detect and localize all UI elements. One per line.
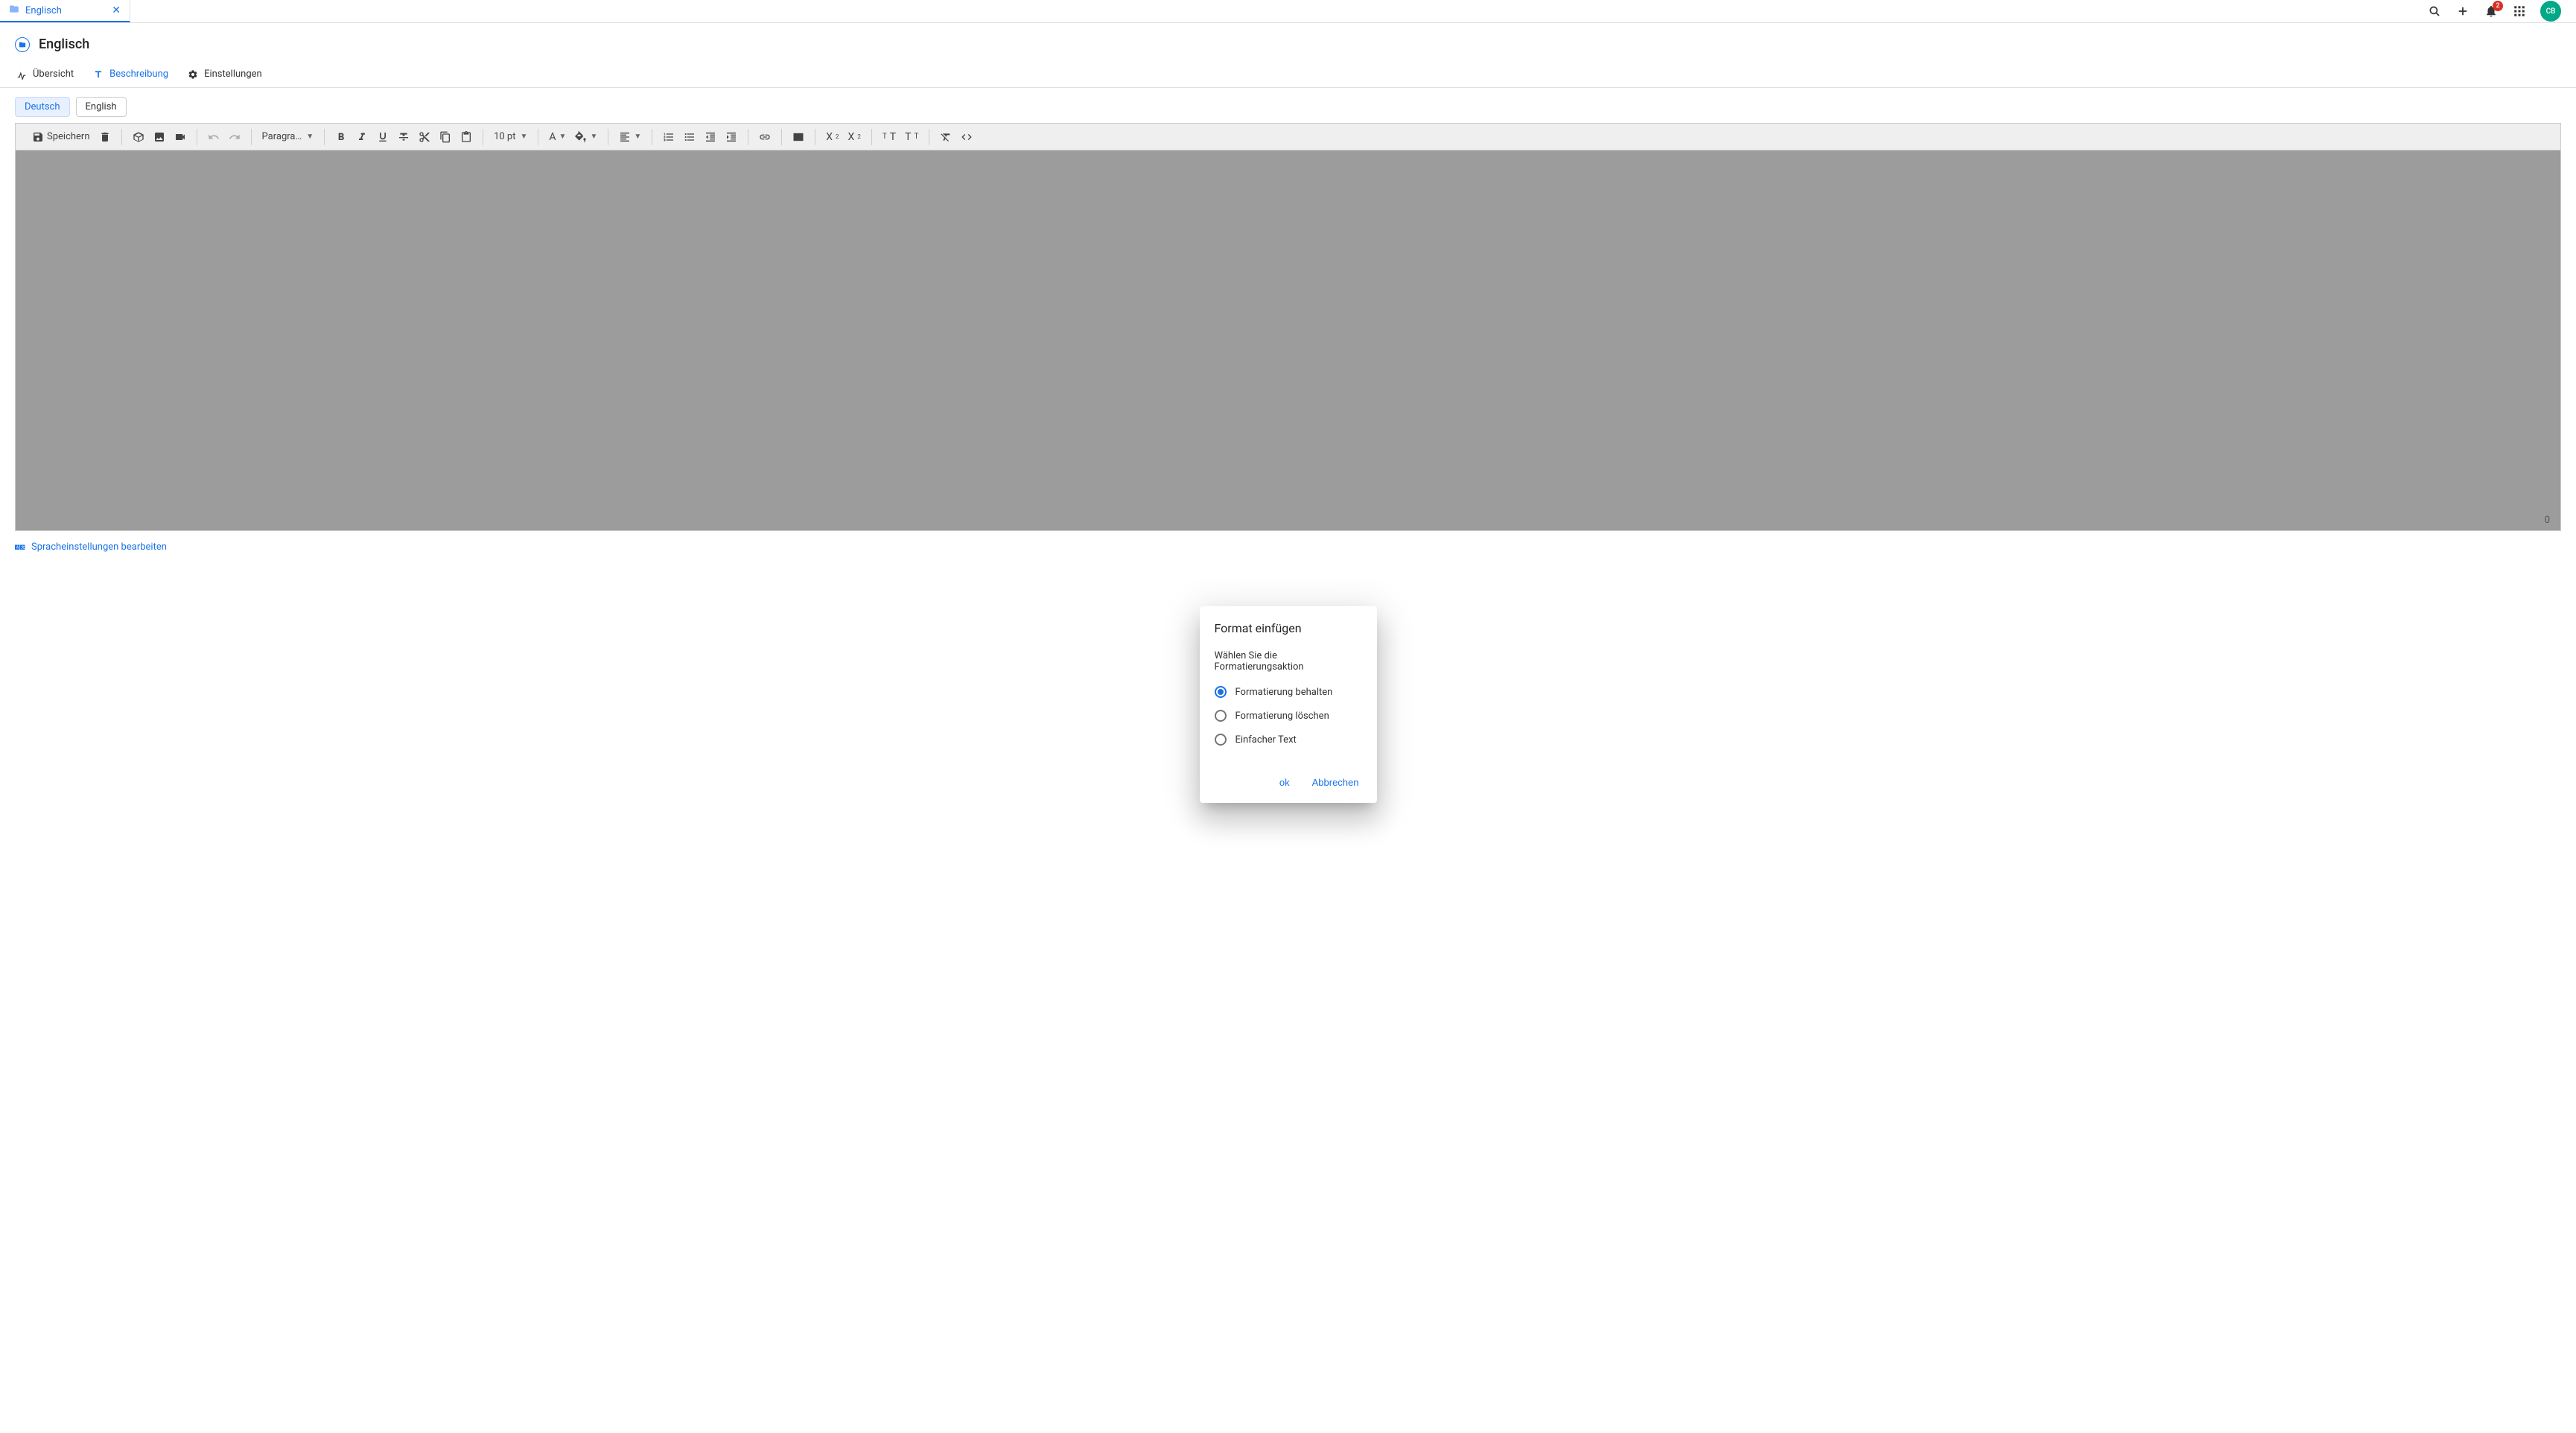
radio-icon	[1215, 686, 1227, 698]
dialog-actions: ok Abbrechen	[1215, 772, 1362, 792]
font-size-select[interactable]: 10 pt ▼	[494, 131, 527, 142]
indent-button[interactable]	[725, 131, 737, 143]
subscript-button[interactable]: X2	[848, 131, 861, 143]
uppercase-button[interactable]: TT	[882, 131, 896, 143]
radio-keep-formatting[interactable]: Formatierung behalten	[1215, 686, 1362, 698]
ordered-list-button[interactable]	[663, 131, 675, 143]
notification-badge: 2	[2493, 1, 2503, 11]
page-title: Englisch	[39, 36, 89, 52]
insert-video-button[interactable]	[174, 131, 186, 143]
tab-label: Englisch	[25, 5, 106, 16]
dropdown-icon: ▼	[634, 133, 641, 141]
undo-button[interactable]	[208, 131, 220, 143]
tab-overview[interactable]: Übersicht	[15, 63, 75, 87]
paragraph-select-label: Paragra…	[262, 131, 302, 142]
edit-language-settings-link[interactable]: A文 Spracheinstellungen bearbeiten	[0, 537, 2576, 557]
font-size-label: 10 pt	[494, 131, 515, 142]
dropdown-icon: ▼	[590, 133, 597, 141]
clear-format-button[interactable]	[940, 131, 952, 143]
open-tab-englisch[interactable]: Englisch ✕	[0, 0, 130, 22]
edit-language-settings-label: Spracheinstellungen bearbeiten	[31, 541, 167, 553]
link-button[interactable]	[759, 131, 771, 143]
italic-button[interactable]	[356, 131, 368, 143]
save-button[interactable]: Speichern	[32, 131, 90, 143]
editor-toolbar: Speichern Paragra… ▼	[16, 124, 2560, 150]
page-header: Englisch	[0, 23, 2576, 52]
radio-icon	[1215, 710, 1227, 722]
align-button[interactable]: ▼	[619, 131, 641, 143]
tab-strip: Englisch ✕	[0, 0, 130, 22]
folder-circle-icon	[15, 37, 30, 52]
redo-button[interactable]	[229, 131, 241, 143]
radio-label: Formatierung behalten	[1235, 687, 1333, 698]
title-row: Englisch	[15, 36, 2561, 52]
superscript-button[interactable]: X2	[826, 131, 839, 143]
translate-icon: A文	[15, 543, 25, 552]
underline-button[interactable]	[377, 131, 389, 143]
notifications-icon[interactable]: 2	[2484, 4, 2499, 19]
radio-label: Einfacher Text	[1235, 734, 1297, 746]
radio-icon	[1215, 734, 1227, 746]
insert-asset-button[interactable]	[133, 131, 144, 143]
add-icon[interactable]	[2455, 4, 2470, 19]
dropdown-icon: ▼	[306, 133, 314, 141]
editor: Speichern Paragra… ▼	[15, 123, 2561, 531]
tab-settings-label: Einstellungen	[204, 69, 262, 80]
tab-overview-label: Übersicht	[33, 69, 74, 80]
cancel-button[interactable]: Abbrechen	[1309, 772, 1362, 792]
highlight-color-button[interactable]: ▼	[575, 131, 597, 143]
font-color-letter: A	[549, 131, 556, 143]
lang-tab-de[interactable]: Deutsch	[15, 97, 70, 117]
dropdown-icon: ▼	[520, 133, 527, 141]
cut-button[interactable]	[419, 131, 430, 143]
strikethrough-button[interactable]	[398, 131, 410, 143]
folder-icon	[9, 4, 19, 17]
paragraph-select[interactable]: Paragra… ▼	[262, 131, 314, 142]
top-bar: Englisch ✕ 2 CB	[0, 0, 2576, 23]
dialog-subtitle: Wählen Sie die Formatierungsaktion	[1215, 650, 1362, 673]
radio-plain-text[interactable]: Einfacher Text	[1215, 734, 1362, 746]
delete-button[interactable]	[99, 131, 111, 143]
ok-button[interactable]: ok	[1276, 772, 1293, 792]
editor-canvas[interactable]: 0	[16, 150, 2560, 530]
char-count: 0	[2545, 515, 2550, 526]
table-button[interactable]	[792, 131, 804, 143]
save-label: Speichern	[47, 131, 90, 142]
view-tabs: Übersicht Beschreibung Einstellungen	[0, 63, 2576, 88]
search-icon[interactable]	[2427, 4, 2442, 19]
dialog-title: Format einfügen	[1215, 621, 1362, 635]
bold-button[interactable]	[335, 131, 347, 143]
radio-clear-formatting[interactable]: Formatierung löschen	[1215, 710, 1362, 722]
paste-format-dialog: Format einfügen Wählen Sie die Formatier…	[1200, 606, 1377, 803]
svg-text:A: A	[16, 545, 19, 550]
lang-tab-en[interactable]: English	[76, 97, 127, 117]
tab-description[interactable]: Beschreibung	[92, 63, 170, 87]
avatar[interactable]: CB	[2540, 1, 2561, 22]
code-view-button[interactable]	[961, 131, 973, 143]
copy-button[interactable]	[439, 131, 451, 143]
language-tabs: Deutsch English	[0, 88, 2576, 123]
unordered-list-button[interactable]	[684, 131, 696, 143]
radio-group: Formatierung behalten Formatierung lösch…	[1215, 686, 1362, 746]
header-actions: 2 CB	[2427, 0, 2576, 22]
insert-image-button[interactable]	[153, 131, 165, 143]
tab-settings[interactable]: Einstellungen	[186, 63, 264, 87]
close-icon[interactable]: ✕	[112, 4, 121, 16]
font-color-button[interactable]: A ▼	[549, 131, 566, 143]
paste-button[interactable]	[460, 131, 472, 143]
tab-description-label: Beschreibung	[109, 69, 168, 80]
apps-grid-icon[interactable]	[2512, 4, 2527, 19]
dropdown-icon: ▼	[559, 133, 567, 141]
lowercase-button[interactable]: TT	[905, 131, 918, 143]
radio-label: Formatierung löschen	[1235, 711, 1329, 722]
outdent-button[interactable]	[705, 131, 716, 143]
